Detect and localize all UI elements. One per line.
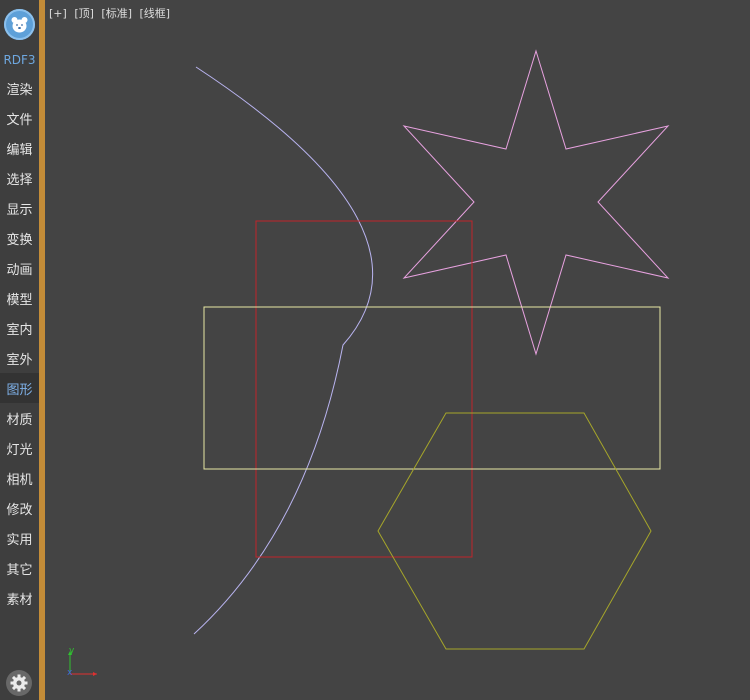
sidebar-item-5[interactable]: 变换	[0, 223, 39, 253]
sidebar-item-4[interactable]: 显示	[0, 193, 39, 223]
red-rectangle-shape[interactable]	[255, 220, 473, 558]
sidebar-item-7[interactable]: 模型	[0, 283, 39, 313]
axis-gizmo: y x	[67, 646, 97, 678]
axis-x-label: x	[67, 668, 73, 678]
sidebar-item-0[interactable]: 渲染	[0, 73, 39, 103]
sidebar-item-13[interactable]: 相机	[0, 463, 39, 493]
sidebar-item-12[interactable]: 灯光	[0, 433, 39, 463]
sidebar-item-11[interactable]: 材质	[0, 403, 39, 433]
sidebar-item-16[interactable]: 其它	[0, 553, 39, 583]
yellow-rectangle-shape[interactable]	[203, 306, 661, 470]
arc-shape[interactable]	[193, 66, 374, 635]
top-viewport[interactable]: y x [+] [顶] [标准] [线框]	[45, 0, 750, 700]
viewport-wireframe-menu[interactable]: [线框]	[140, 7, 171, 20]
sidebar: RDF3 渲染 文件 编辑 选择 显示 变换 动画 模型 室内 室外 图形 材质 灯光 相机 修改 实用 其它素…	[0, 0, 39, 700]
viewport-label-bar: [+] [顶] [标准] [线框]	[49, 5, 174, 21]
bear-logo-icon[interactable]	[4, 9, 35, 40]
axis-y-label: y	[69, 646, 75, 656]
star-shape[interactable]	[402, 49, 670, 356]
viewport-plus-menu[interactable]: [+]	[49, 7, 67, 20]
sidebar-item-2[interactable]: 编辑	[0, 133, 39, 163]
sidebar-item-15[interactable]: 实用	[0, 523, 39, 553]
app-window: RDF3 渲染 文件 编辑 选择 显示 变换 动画 模型 室内 室外 图形 材质 灯光 相机 修改 实用 其它素…	[0, 0, 750, 700]
sidebar-item-1[interactable]: 文件	[0, 103, 39, 133]
viewport-canvas[interactable]: y x	[45, 0, 750, 700]
viewport-shading-standard-menu[interactable]: [标准]	[101, 7, 132, 20]
sidebar-item-14[interactable]: 修改	[0, 493, 39, 523]
brand-label: RDF3	[3, 53, 36, 67]
sidebar-item-3[interactable]: 选择	[0, 163, 39, 193]
sidebar-item-8[interactable]: 室内	[0, 313, 39, 343]
sidebar-item-9[interactable]: 室外	[0, 343, 39, 373]
hexagon-shape[interactable]	[377, 412, 652, 650]
sidebar-item-10[interactable]: 图形	[0, 373, 39, 403]
sidebar-item-6[interactable]: 动画	[0, 253, 39, 283]
gear-icon[interactable]	[6, 670, 32, 696]
viewport-view-menu[interactable]: [顶]	[74, 7, 94, 20]
sidebar-item-17[interactable]: 素材	[0, 583, 39, 613]
